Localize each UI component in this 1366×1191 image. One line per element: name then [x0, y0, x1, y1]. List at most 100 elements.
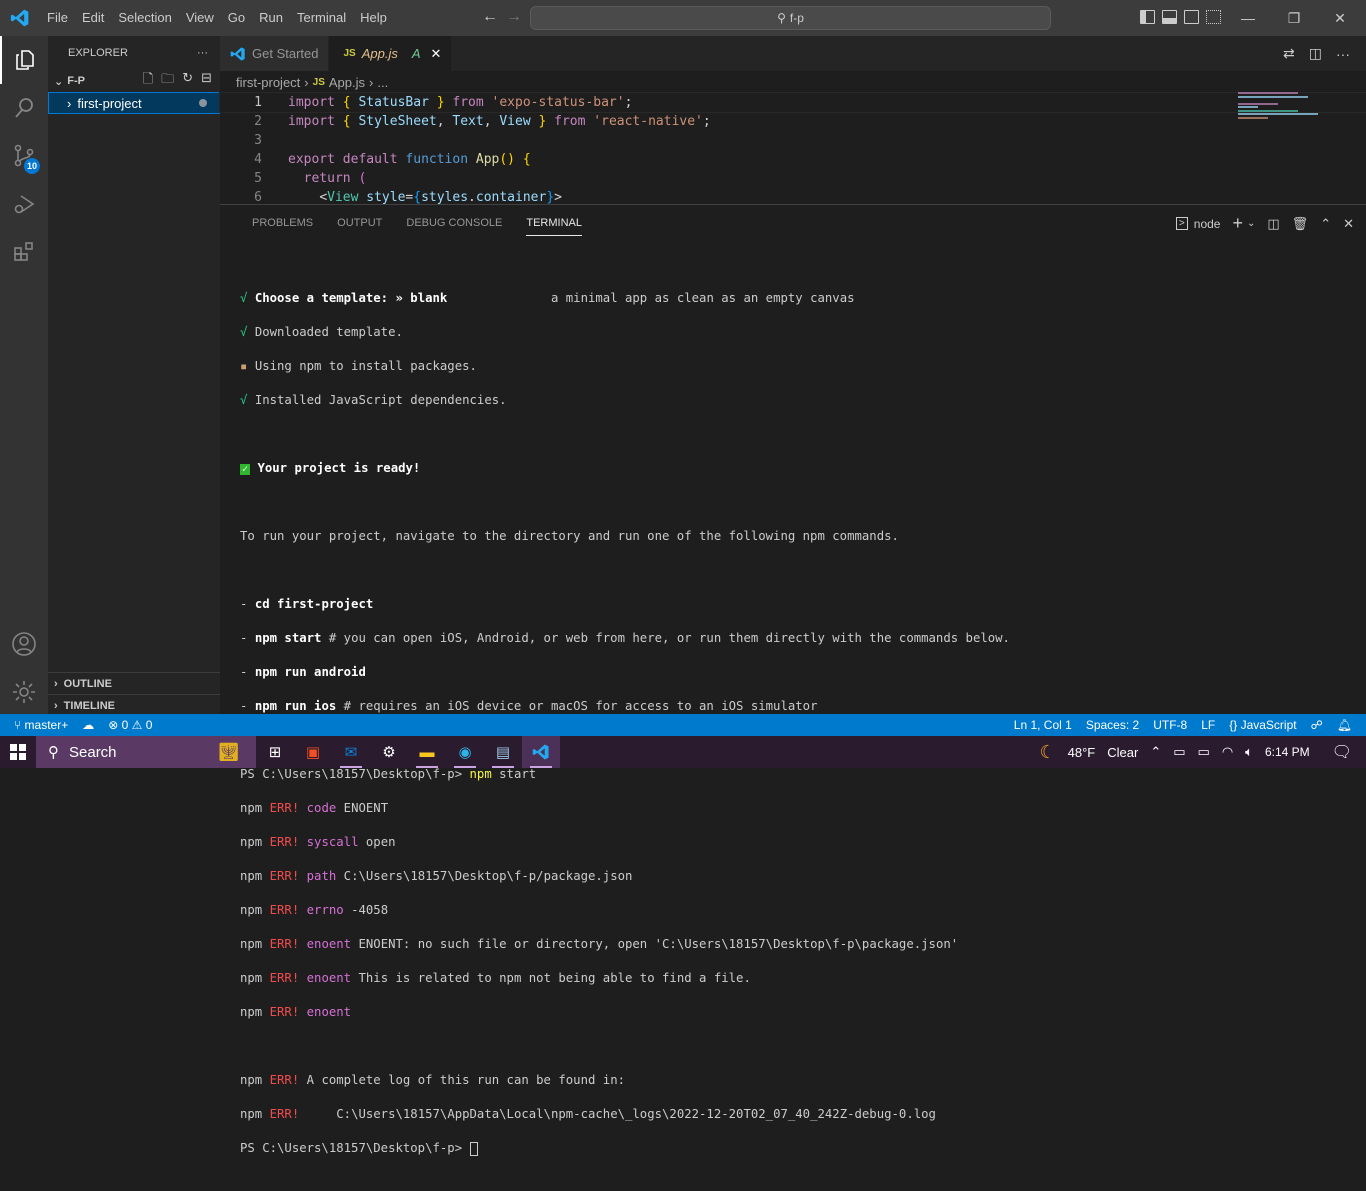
error-icon: ⊗: [108, 718, 118, 732]
customize-layout-icon[interactable]: [1206, 10, 1221, 24]
git-branch[interactable]: ⑂ master+: [14, 718, 68, 732]
problems-indicator[interactable]: ⊗ 0 ⚠ 0: [108, 718, 152, 732]
indentation[interactable]: Spaces: 2: [1086, 718, 1139, 732]
tab-output[interactable]: OUTPUT: [325, 205, 394, 241]
toggle-primary-sidebar-icon[interactable]: [1140, 10, 1155, 24]
command-center-search[interactable]: ⚲ f-p: [530, 6, 1051, 30]
weather-temp[interactable]: 48°F: [1068, 745, 1096, 760]
code-editor[interactable]: 1import { StatusBar } from 'expo-status-…: [220, 93, 1366, 207]
javascript-file-icon: JS: [343, 48, 355, 59]
notifications-bell-icon[interactable]: 🔔︎: [1337, 718, 1352, 732]
more-actions-icon[interactable]: ···: [1336, 46, 1350, 62]
windows-start-button[interactable]: [0, 736, 36, 768]
menu-view[interactable]: View: [179, 0, 221, 36]
breadcrumb-folder[interactable]: first-project: [236, 75, 300, 90]
microsoft-store-icon[interactable]: ▣: [294, 736, 332, 768]
volume-icon[interactable]: 🔈︎: [1245, 744, 1253, 760]
status-bar: ⑂ master+ ☁ ⊗ 0 ⚠ 0 Ln 1, Col 1 Spaces: …: [0, 714, 1366, 736]
restore-button[interactable]: ❐: [1271, 0, 1317, 36]
chevron-down-icon[interactable]: ⌄: [1247, 218, 1255, 229]
tab-app-js[interactable]: JS App.js A ✕: [329, 36, 452, 71]
tab-terminal[interactable]: TERMINAL: [514, 205, 594, 241]
accounts-icon[interactable]: [0, 620, 48, 668]
terminal-name[interactable]: node: [1194, 217, 1221, 231]
extensions-icon[interactable]: [0, 228, 48, 276]
terminal-error-line: npm ERR! enoent: [240, 1004, 1010, 1021]
terminal-line: - npm run android: [240, 664, 1010, 681]
explorer-more-button[interactable]: ···: [197, 47, 208, 59]
file-explorer-icon[interactable]: ▬: [408, 736, 446, 768]
menu-terminal[interactable]: Terminal: [290, 0, 353, 36]
collapse-all-icon[interactable]: ⊟: [201, 70, 212, 92]
close-window-button[interactable]: ✕: [1317, 0, 1363, 36]
meet-now-icon[interactable]: ▭: [1173, 744, 1185, 760]
edge-browser-icon[interactable]: ◉: [446, 736, 484, 768]
tree-item-first-project[interactable]: › first-project: [48, 92, 220, 114]
weather-condition[interactable]: Clear: [1107, 745, 1138, 760]
forward-arrow-icon[interactable]: →: [506, 8, 522, 26]
close-panel-icon[interactable]: ✕: [1343, 216, 1354, 232]
manage-gear-icon[interactable]: [0, 668, 48, 716]
minimap[interactable]: [1238, 92, 1328, 132]
terminal-error-line: npm ERR! code ENOENT: [240, 800, 1010, 817]
cursor-position[interactable]: Ln 1, Col 1: [1014, 718, 1072, 732]
language-mode[interactable]: {} JavaScript: [1229, 718, 1296, 732]
end-of-line[interactable]: LF: [1201, 718, 1215, 732]
command-center-text: f-p: [790, 11, 804, 25]
mail-icon[interactable]: ✉: [332, 736, 370, 768]
split-editor-icon[interactable]: ◫: [1309, 45, 1322, 62]
code-line: 2import { StyleSheet, Text, View } from …: [220, 112, 1366, 131]
menu-file[interactable]: File: [40, 0, 75, 36]
open-changes-icon[interactable]: ⇄: [1283, 45, 1295, 62]
new-folder-icon[interactable]: 🗀: [161, 70, 174, 92]
run-debug-icon[interactable]: [0, 180, 48, 228]
branch-icon: ⑂: [14, 718, 21, 732]
terminal-line: ✓ Your project is ready!: [240, 460, 1010, 477]
menu-go[interactable]: Go: [221, 0, 252, 36]
back-arrow-icon[interactable]: ←: [482, 8, 498, 26]
new-file-icon[interactable]: 🗋: [143, 70, 153, 92]
vscode-taskbar-icon[interactable]: [522, 736, 560, 768]
kill-terminal-icon[interactable]: 🗑: [1292, 216, 1309, 232]
feedback-icon[interactable]: ☍: [1311, 718, 1323, 732]
refresh-icon[interactable]: ↻: [182, 70, 193, 92]
tab-label: Get Started: [252, 46, 318, 61]
clock-time[interactable]: 6:14 PM: [1265, 745, 1310, 759]
sync-cloud-icon[interactable]: ☁: [82, 718, 94, 732]
encoding[interactable]: UTF-8: [1153, 718, 1187, 732]
menu-run[interactable]: Run: [252, 0, 290, 36]
vscode-logo-icon: [10, 8, 30, 28]
menu-selection[interactable]: Selection: [111, 0, 178, 36]
tab-debug-console[interactable]: DEBUG CONSOLE: [394, 205, 514, 241]
toggle-secondary-sidebar-icon[interactable]: [1184, 10, 1199, 24]
explorer-icon[interactable]: [0, 36, 48, 84]
taskbar-search[interactable]: ⚲ Search 🕎︎: [36, 736, 256, 768]
close-tab-icon[interactable]: ✕: [431, 46, 442, 62]
settings-icon[interactable]: ⚙: [370, 736, 408, 768]
workspace-folder[interactable]: ⌄ F-P 🗋 🗀 ↻ ⊟: [48, 70, 220, 92]
new-terminal-icon[interactable]: +: [1232, 213, 1243, 234]
tab-problems[interactable]: PROBLEMS: [240, 205, 325, 241]
breadcrumb-file[interactable]: App.js: [329, 75, 365, 90]
minimize-button[interactable]: —: [1225, 0, 1271, 36]
breadcrumb-symbol[interactable]: ...: [377, 75, 388, 90]
timeline-section[interactable]: › TIMELINE: [48, 694, 220, 716]
menu-edit[interactable]: Edit: [75, 0, 111, 36]
taskbar-search-placeholder: Search: [69, 744, 117, 761]
menu-help[interactable]: Help: [353, 0, 394, 36]
maximize-panel-icon[interactable]: ⌃: [1320, 216, 1331, 232]
toggle-panel-icon[interactable]: [1162, 10, 1177, 24]
outline-section[interactable]: › OUTLINE: [48, 672, 220, 694]
task-view-icon[interactable]: ⊞: [256, 736, 294, 768]
split-terminal-icon[interactable]: ◫: [1267, 216, 1279, 232]
notepad-icon[interactable]: ▤: [484, 736, 522, 768]
wifi-icon[interactable]: ◠: [1222, 744, 1233, 760]
battery-icon[interactable]: ▭: [1198, 744, 1210, 760]
action-center-icon[interactable]: 🗨︎: [1332, 742, 1352, 762]
tab-get-started[interactable]: Get Started: [220, 36, 329, 71]
source-control-icon[interactable]: 10: [0, 132, 48, 180]
terminal-line: √ Downloaded template.: [240, 324, 1010, 341]
search-activity-icon[interactable]: [0, 84, 48, 132]
show-hidden-icons-chevron[interactable]: ⌃: [1150, 744, 1161, 760]
search-icon: ⚲: [48, 743, 59, 761]
